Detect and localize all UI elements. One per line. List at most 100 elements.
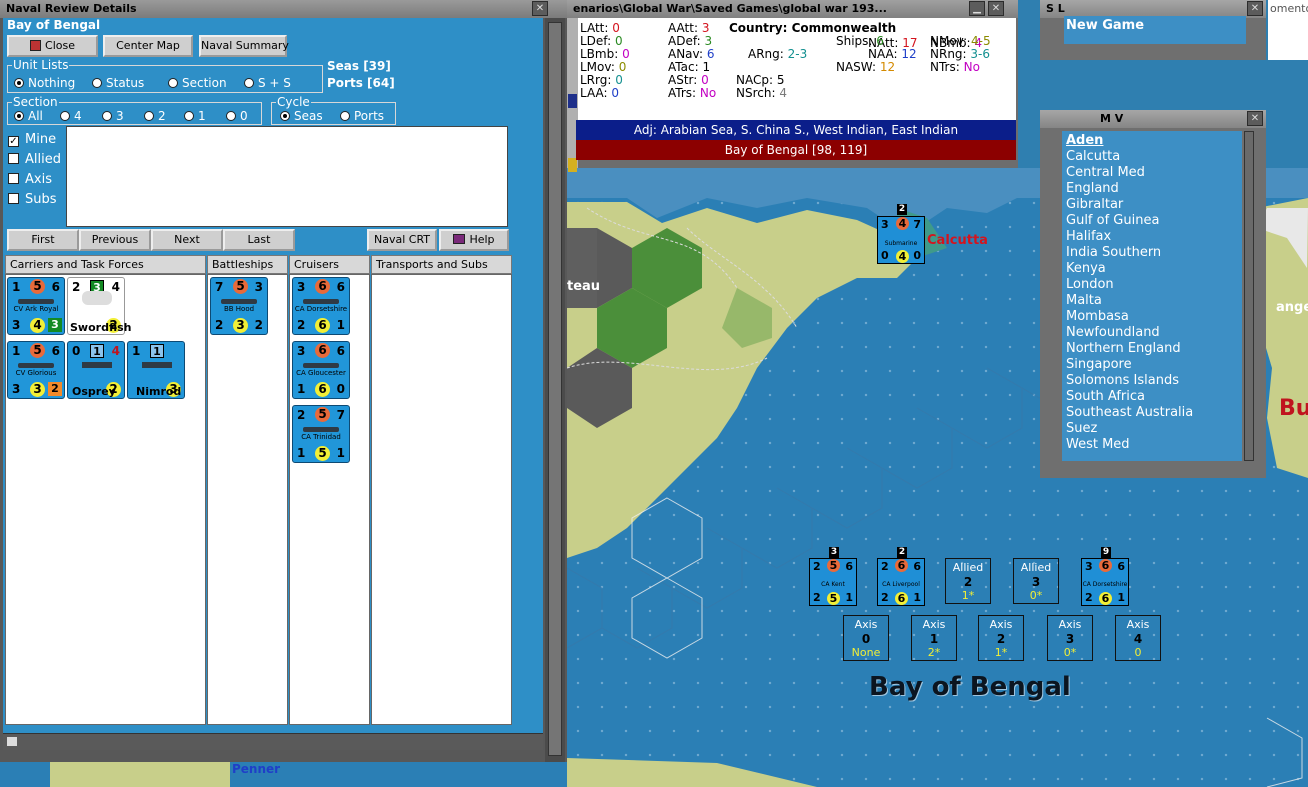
naval-crt-button[interactable]: Naval CRT bbox=[367, 229, 437, 251]
list-item[interactable]: Halifax bbox=[1066, 229, 1238, 245]
mv-list[interactable]: Aden Calcutta Central Med England Gibraltar G… bbox=[1062, 131, 1242, 461]
list-item[interactable]: Mombasa bbox=[1066, 309, 1238, 325]
list-item[interactable]: India Southern bbox=[1066, 245, 1238, 261]
list-item[interactable]: England bbox=[1066, 181, 1238, 197]
radio-section-0[interactable]: 0 bbox=[226, 109, 248, 123]
stack-ca-liverpool[interactable]: 2 6 6 CA Liverpool 2 6 1 bbox=[877, 558, 925, 606]
radio-section[interactable]: Section bbox=[168, 76, 227, 90]
radio-nothing[interactable]: Nothing bbox=[14, 76, 75, 90]
first-button[interactable]: First bbox=[7, 229, 79, 251]
checkbox-axis[interactable]: Axis bbox=[8, 170, 61, 190]
radio-section-3[interactable]: 3 bbox=[102, 109, 124, 123]
close-icon[interactable]: ✕ bbox=[988, 1, 1004, 16]
stack-count: 9 bbox=[1101, 547, 1111, 558]
radio-s-plus-s[interactable]: S + S bbox=[244, 76, 291, 90]
horizontal-scrollbar[interactable] bbox=[3, 733, 543, 750]
help-button[interactable]: Help bbox=[439, 229, 509, 251]
list-item[interactable]: West Med bbox=[1066, 437, 1238, 453]
axis-section-box[interactable]: Axis 0 None bbox=[843, 615, 889, 661]
radio-status[interactable]: Status bbox=[92, 76, 144, 90]
carriers-column: 1 5 6 CV Ark Royal 3 4 3 2 3 4 2 Swordfi… bbox=[5, 274, 206, 725]
mv-window: M V ✕ Aden Calcutta Central Med England Gibr… bbox=[1040, 110, 1266, 478]
country-label: Country: Commonwealth bbox=[729, 21, 897, 35]
radio-section-1[interactable]: 1 bbox=[184, 109, 206, 123]
axis-section-box[interactable]: Axis 1 2* bbox=[911, 615, 957, 661]
axis-section-box[interactable]: Axis 3 0* bbox=[1047, 615, 1093, 661]
allied-section-box[interactable]: Allied 2 1* bbox=[945, 558, 991, 604]
carrier-icon bbox=[18, 299, 54, 304]
scrollbar[interactable] bbox=[1244, 131, 1254, 461]
section-group: Section All 4 3 2 1 0 bbox=[7, 95, 262, 125]
stat-nsrch: NSrch: 4 bbox=[736, 86, 787, 100]
unit-counter-bb-hood[interactable]: 7 5 3 BB Hood 2 3 2 bbox=[210, 277, 268, 335]
stat-atac: ATac: 1 bbox=[668, 60, 711, 74]
list-item[interactable]: Kenya bbox=[1066, 261, 1238, 277]
list-item[interactable]: Singapore bbox=[1066, 357, 1238, 373]
list-item[interactable]: Southeast Australia bbox=[1066, 405, 1238, 421]
radio-section-all[interactable]: All bbox=[14, 109, 43, 123]
region-label: Bu bbox=[1279, 396, 1308, 421]
next-button[interactable]: Next bbox=[151, 229, 223, 251]
cruiser-icon bbox=[303, 299, 339, 304]
last-button[interactable]: Last bbox=[223, 229, 295, 251]
list-item[interactable]: New Game bbox=[1064, 16, 1246, 36]
list-item[interactable]: Central Med bbox=[1066, 165, 1238, 181]
list-item[interactable]: Gibraltar bbox=[1066, 197, 1238, 213]
axis-section-box[interactable]: Axis 2 1* bbox=[978, 615, 1024, 661]
sl-list[interactable]: New Game bbox=[1064, 16, 1246, 44]
center-map-button[interactable]: Center Map bbox=[103, 35, 193, 57]
list-item[interactable]: Aden bbox=[1066, 133, 1238, 149]
cruisers-column: 3 6 6 CA Dorsetshire 2 6 1 3 6 6 CA Glou… bbox=[289, 274, 370, 725]
map-strip: Penner bbox=[0, 762, 567, 787]
stack-ca-dorsetshire[interactable]: 3 6 6 CA Dorsetshire 2 6 1 bbox=[1081, 558, 1129, 606]
penner-label: Penner bbox=[232, 762, 281, 776]
close-icon[interactable]: ✕ bbox=[532, 1, 548, 16]
location-label: Bay of Bengal [98, 119] bbox=[576, 140, 1016, 160]
submarine-counter[interactable]: 3 4 7 Submarine 0 4 0 bbox=[877, 216, 925, 264]
axis-section-box[interactable]: Axis 4 0 bbox=[1115, 615, 1161, 661]
unit-counter-ca-dorsetshire[interactable]: 3 6 6 CA Dorsetshire 2 6 1 bbox=[292, 277, 350, 335]
list-item[interactable]: South Africa bbox=[1066, 389, 1238, 405]
plateau-label: teau bbox=[567, 279, 601, 294]
column-header-cruisers: Cruisers bbox=[289, 255, 370, 274]
radio-cycle-ports[interactable]: Ports bbox=[340, 109, 384, 123]
radio-section-2[interactable]: 2 bbox=[144, 109, 166, 123]
seas-count: Seas [39] bbox=[327, 59, 391, 73]
radio-cycle-seas[interactable]: Seas bbox=[280, 109, 323, 123]
unit-counter-ca-gloucester[interactable]: 3 6 6 CA Gloucester 1 6 0 bbox=[292, 341, 350, 399]
biplane-icon bbox=[82, 291, 112, 305]
stat-laa: LAA: 0 bbox=[580, 86, 619, 100]
minimize-icon[interactable]: ▁ bbox=[969, 1, 985, 16]
naval-summary-button[interactable]: Naval Summary bbox=[199, 35, 289, 57]
previous-button[interactable]: Previous bbox=[79, 229, 151, 251]
stat-naa: NAA: 12 bbox=[868, 47, 917, 61]
ports-count: Ports [64] bbox=[327, 76, 395, 90]
list-item[interactable]: Calcutta bbox=[1066, 149, 1238, 165]
radio-section-4[interactable]: 4 bbox=[60, 109, 82, 123]
unit-counter-ca-trinidad[interactable]: 2 5 7 CA Trinidad 1 5 1 bbox=[292, 405, 350, 463]
scrollbar[interactable] bbox=[545, 18, 565, 762]
unit-counter-cv-ark-royal[interactable]: 1 5 6 CV Ark Royal 3 4 3 bbox=[7, 277, 65, 335]
list-item[interactable]: Suez bbox=[1066, 421, 1238, 437]
stat-nrng: NRng: 3-6 bbox=[930, 47, 991, 61]
list-item[interactable]: Newfoundland bbox=[1066, 325, 1238, 341]
allied-section-box[interactable]: Allied 3 0* bbox=[1013, 558, 1059, 604]
city-label[interactable]: Calcutta bbox=[927, 233, 988, 248]
list-item[interactable]: Solomons Islands bbox=[1066, 373, 1238, 389]
list-item[interactable]: Malta bbox=[1066, 293, 1238, 309]
stack-ca-kent[interactable]: 2 5 6 CA Kent 2 5 1 bbox=[809, 558, 857, 606]
stat-arng: ARng: 2-3 bbox=[748, 47, 808, 61]
list-item[interactable]: Gulf of Guinea bbox=[1066, 213, 1238, 229]
list-item[interactable]: London bbox=[1066, 277, 1238, 293]
unit-list-panel[interactable] bbox=[66, 126, 508, 227]
unit-counter-cv-glorious[interactable]: 1 5 6 CV Glorious 3 3 2 bbox=[7, 341, 65, 399]
close-button[interactable]: Close bbox=[7, 35, 98, 57]
close-icon[interactable]: ✕ bbox=[1247, 1, 1263, 16]
list-item[interactable]: Northern England bbox=[1066, 341, 1238, 357]
checkbox-subs[interactable]: Subs bbox=[8, 190, 61, 210]
stat-ships: Ships: 6 bbox=[836, 34, 884, 48]
battleship-icon bbox=[221, 299, 257, 304]
close-icon[interactable]: ✕ bbox=[1247, 111, 1263, 126]
checkbox-mine[interactable]: ✓ Mine bbox=[8, 130, 61, 150]
checkbox-allied[interactable]: Allied bbox=[8, 150, 61, 170]
